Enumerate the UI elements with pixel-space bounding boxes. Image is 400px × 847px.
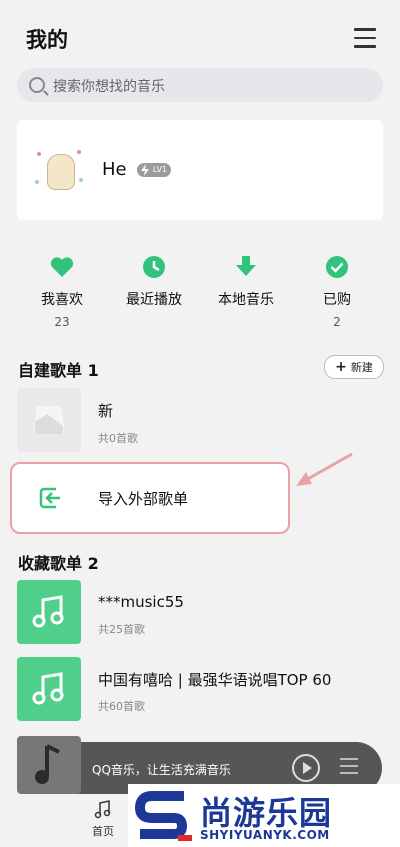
- search-placeholder: 搜索你想找的音乐: [53, 79, 165, 95]
- profile-card[interactable]: He LV1: [17, 120, 383, 220]
- music-note-icon: [32, 595, 64, 628]
- search-input[interactable]: 搜索你想找的音乐: [17, 68, 383, 102]
- playlist-count: 共25首歌: [98, 623, 145, 636]
- playlist-name[interactable]: 新: [98, 400, 113, 421]
- quick-count: 23: [54, 315, 70, 329]
- heart-icon: [50, 257, 74, 277]
- playlist-cover[interactable]: [17, 388, 81, 452]
- playlist-count: 共60首歌: [98, 700, 145, 713]
- menu-icon[interactable]: [354, 28, 376, 48]
- placeholder-cover-icon: [33, 406, 65, 434]
- quick-count: 2: [333, 315, 341, 329]
- quick-label: 最近播放: [126, 292, 182, 308]
- playlist-name[interactable]: 中国有嘻哈 | 最强华语说唱TOP 60: [98, 669, 331, 690]
- playlist-count: 共0首歌: [98, 432, 138, 445]
- quick-purchased[interactable]: 已购 2: [297, 254, 377, 329]
- quick-label: 我喜欢: [41, 292, 83, 308]
- annotation-arrow: [296, 452, 353, 486]
- quick-favorites[interactable]: 我喜欢 23: [22, 254, 102, 329]
- playlist-cover[interactable]: [17, 580, 81, 644]
- page-title: 我的: [26, 28, 68, 52]
- download-icon: [236, 256, 256, 276]
- music-note-icon: [32, 672, 64, 705]
- watermark: 尚游乐园 SHYIYUANYK.COM: [128, 784, 400, 847]
- music-note-icon: [35, 744, 60, 784]
- playlist-cover[interactable]: [17, 657, 81, 721]
- watermark-url: SHYIYUANYK.COM: [200, 828, 330, 842]
- quick-local[interactable]: 本地音乐: [206, 254, 286, 315]
- avatar[interactable]: [29, 140, 89, 200]
- playlist-queue-icon[interactable]: [340, 758, 358, 779]
- import-label: 导入外部歌单: [98, 490, 189, 508]
- check-icon: [326, 256, 348, 278]
- watermark-logo-icon: [134, 791, 192, 841]
- level-badge: LV1: [137, 163, 171, 177]
- bolt-icon: [141, 164, 149, 176]
- play-icon[interactable]: [292, 754, 320, 782]
- nav-home-label: 首页: [92, 825, 114, 838]
- quick-recent[interactable]: 最近播放: [114, 254, 194, 315]
- import-icon: [39, 487, 60, 509]
- created-section-title: 自建歌单 1: [18, 361, 99, 380]
- import-playlist-button[interactable]: 导入外部歌单: [10, 462, 290, 534]
- new-playlist-button[interactable]: + 新建: [324, 355, 384, 379]
- clock-icon: [143, 256, 165, 278]
- player-song-text: QQ音乐，让生活充满音乐: [92, 763, 231, 777]
- album-art[interactable]: [17, 736, 81, 794]
- nav-home[interactable]: 首页: [92, 800, 114, 839]
- search-icon: [29, 77, 45, 93]
- playlist-name[interactable]: ***music55: [98, 593, 184, 611]
- quick-label: 本地音乐: [218, 292, 274, 308]
- collected-section-title: 收藏歌单 2: [18, 554, 99, 573]
- username: He: [102, 159, 127, 180]
- quick-label: 已购: [323, 292, 351, 308]
- home-music-icon: [94, 800, 111, 819]
